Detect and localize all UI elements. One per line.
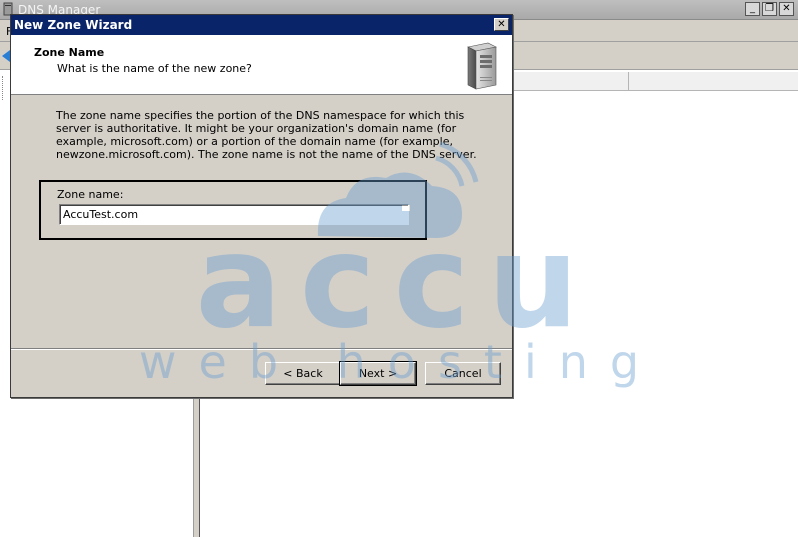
new-zone-wizard-dialog: New Zone Wizard ✕ Zone Name What is the …: [10, 14, 513, 398]
next-button[interactable]: Next >: [339, 361, 417, 386]
restore-button[interactable]: ❐: [762, 2, 777, 16]
zone-name-label: Zone name:: [57, 188, 124, 201]
next-button-label: Next >: [358, 367, 398, 380]
footer-separator: [11, 348, 512, 350]
back-button[interactable]: < Back: [265, 362, 341, 385]
close-window-button[interactable]: ✕: [779, 2, 794, 16]
minimize-button[interactable]: _: [745, 2, 760, 16]
zone-name-input[interactable]: [59, 204, 409, 225]
wizard-description: The zone name specifies the portion of t…: [56, 109, 477, 161]
server-icon: [467, 42, 497, 90]
dialog-title: New Zone Wizard: [14, 18, 133, 32]
wizard-header: Zone Name What is the name of the new zo…: [11, 35, 512, 95]
page-subtitle: What is the name of the new zone?: [57, 62, 252, 75]
column-divider[interactable]: [628, 72, 629, 91]
dialog-close-button[interactable]: ✕: [494, 18, 509, 31]
back-arrow-icon[interactable]: [2, 50, 10, 62]
tree-node-line: [2, 76, 10, 100]
dialog-titlebar[interactable]: New Zone Wizard ✕: [11, 15, 512, 35]
cancel-button[interactable]: Cancel: [425, 362, 501, 385]
zone-name-group: Zone name:: [39, 180, 427, 240]
page-title: Zone Name: [34, 46, 105, 59]
